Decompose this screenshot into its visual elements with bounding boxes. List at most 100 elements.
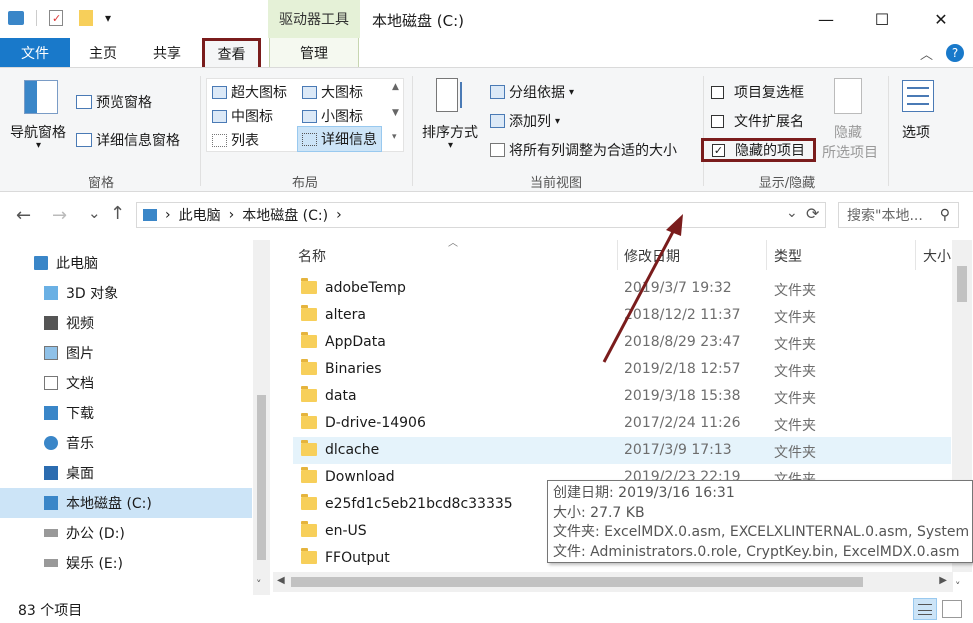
column-divider[interactable]: [766, 240, 767, 270]
videos-icon: [44, 316, 58, 330]
chevron-down-icon: ▾: [569, 86, 575, 98]
up-button[interactable]: ↑: [110, 203, 125, 224]
file-row[interactable]: D-drive-14906 2017/2/24 11:26 文件夹: [293, 410, 951, 437]
nav-label: 本地磁盘 (C:): [66, 496, 152, 512]
sort-by-button[interactable]: 排序方式: [422, 122, 478, 142]
minimize-button[interactable]: —: [803, 0, 849, 38]
item-checkboxes-checkbox[interactable]: [711, 85, 724, 99]
details-pane-label: 详细信息窗格: [96, 133, 180, 149]
hidden-items-checkbox[interactable]: ✓: [712, 143, 725, 157]
scroll-left-icon[interactable]: ◀: [277, 575, 285, 586]
navigation-pane-icon[interactable]: [24, 80, 58, 114]
search-input[interactable]: 搜索"本地... ⚲: [838, 202, 959, 228]
large-icons-icon: [302, 85, 317, 99]
extra-large-icons-label: 超大图标: [231, 85, 287, 101]
tab-share[interactable]: 共享: [144, 38, 190, 67]
nav-item-pictures[interactable]: 图片: [0, 338, 252, 368]
file-name: data: [325, 388, 357, 404]
scroll-down-icon[interactable]: ˅: [955, 580, 961, 593]
layout-extra-large-icons[interactable]: 超大图标: [212, 82, 287, 102]
breadcrumb-local-disk[interactable]: 本地磁盘 (C:): [242, 205, 328, 225]
hide-selected-icon[interactable]: [834, 78, 862, 114]
layout-list[interactable]: 列表: [212, 130, 259, 150]
nav-item-drive-e[interactable]: 娱乐 (E:): [0, 548, 252, 578]
nav-item-local-disk-c[interactable]: 本地磁盘 (C:): [0, 488, 252, 518]
group-by-button[interactable]: 分组依据 ▾: [490, 82, 574, 102]
file-type: 文件夹: [774, 310, 816, 326]
layout-large-icons[interactable]: 大图标: [302, 82, 363, 102]
column-header-type[interactable]: 类型: [774, 246, 802, 266]
hidden-items-option[interactable]: ✓ 隐藏的项目: [701, 138, 816, 162]
nav-item-music[interactable]: 音乐: [0, 428, 252, 458]
tab-manage[interactable]: 管理: [269, 38, 359, 67]
close-button[interactable]: ✕: [918, 0, 964, 38]
nav-item-desktop[interactable]: 桌面: [0, 458, 252, 488]
layout-details[interactable]: 详细信息: [297, 126, 382, 152]
address-dropdown-icon[interactable]: ⌄: [786, 205, 798, 221]
nav-item-downloads[interactable]: 下载: [0, 398, 252, 428]
column-header-name[interactable]: 名称: [298, 246, 326, 266]
collapse-ribbon-icon[interactable]: ︿: [920, 44, 933, 63]
tab-view[interactable]: 查看: [202, 38, 261, 67]
back-button[interactable]: ←: [16, 205, 31, 226]
breadcrumb-sep[interactable]: ›: [229, 207, 235, 223]
tooltip-created: 创建日期: 2019/3/16 16:31: [553, 485, 735, 501]
gallery-up-icon[interactable]: ▲: [392, 82, 399, 92]
file-extensions-checkbox[interactable]: [711, 114, 724, 128]
divider: [412, 76, 413, 186]
list-label: 列表: [231, 133, 259, 149]
nav-item-drive-d[interactable]: 办公 (D:): [0, 518, 252, 548]
column-header-size[interactable]: 大小: [923, 246, 951, 266]
scroll-right-icon[interactable]: ▶: [939, 575, 947, 586]
file-row[interactable]: dlcache 2017/3/9 17:13 文件夹: [293, 437, 951, 464]
layout-small-icons[interactable]: 小图标: [302, 106, 363, 126]
group-label-current-view: 当前视图: [529, 176, 582, 191]
new-folder-icon[interactable]: [79, 10, 93, 26]
forward-button[interactable]: →: [52, 205, 67, 226]
maximize-button[interactable]: ☐: [859, 0, 905, 38]
horizontal-scrollbar[interactable]: ◀ ▶: [273, 572, 953, 592]
tab-file[interactable]: 文件: [0, 38, 70, 67]
address-box[interactable]: › 此电脑 › 本地磁盘 (C:) ›: [136, 202, 826, 228]
file-name: dlcache: [325, 442, 380, 458]
search-icon[interactable]: ⚲: [940, 207, 950, 223]
size-all-columns-button[interactable]: 将所有列调整为合适的大小: [490, 140, 677, 160]
sort-by-icon[interactable]: [436, 78, 470, 116]
options-button[interactable]: 选项: [902, 122, 930, 142]
file-extensions-option[interactable]: 文件扩展名: [711, 111, 804, 131]
properties-icon[interactable]: ✓: [49, 10, 63, 26]
nav-scrollbar[interactable]: [253, 240, 270, 595]
help-icon[interactable]: ?: [946, 44, 964, 62]
navigation-pane-button[interactable]: 导航窗格: [10, 122, 66, 142]
folder-tooltip: 创建日期: 2019/3/16 16:31 大小: 27.7 KB 文件夹: E…: [547, 480, 973, 563]
add-columns-button[interactable]: 添加列 ▾: [490, 111, 560, 131]
breadcrumb-sep[interactable]: ›: [165, 207, 171, 223]
file-row[interactable]: data 2019/3/18 15:38 文件夹: [293, 383, 951, 410]
tab-home[interactable]: 主页: [80, 38, 126, 67]
nav-label: 此电脑: [56, 256, 98, 272]
drive-icon[interactable]: [8, 11, 24, 25]
large-icons-label: 大图标: [321, 85, 363, 101]
nav-item-3d-objects[interactable]: 3D 对象: [0, 278, 252, 308]
gallery-down-icon[interactable]: ▼: [392, 108, 399, 118]
options-icon[interactable]: [902, 80, 934, 112]
search-placeholder: 搜索"本地...: [847, 208, 923, 224]
refresh-button[interactable]: ⟳: [806, 204, 819, 223]
details-view-button[interactable]: [913, 598, 937, 620]
nav-scroll-down-icon[interactable]: ˅: [256, 578, 262, 591]
preview-pane-button[interactable]: 预览窗格: [76, 92, 152, 112]
file-name: Binaries: [325, 361, 382, 377]
layout-medium-icons[interactable]: 中图标: [212, 106, 273, 126]
column-divider[interactable]: [915, 240, 916, 270]
nav-item-this-pc[interactable]: 此电脑: [0, 248, 252, 278]
qa-dropdown-icon[interactable]: ▾: [105, 11, 111, 25]
nav-item-documents[interactable]: 文档: [0, 368, 252, 398]
recent-locations-button[interactable]: ⌄: [88, 204, 101, 222]
breadcrumb-sep[interactable]: ›: [336, 207, 342, 223]
large-icons-view-button[interactable]: [942, 600, 962, 618]
details-pane-button[interactable]: 详细信息窗格: [76, 130, 180, 150]
nav-item-videos[interactable]: 视频: [0, 308, 252, 338]
breadcrumb-this-pc[interactable]: 此电脑: [179, 205, 221, 225]
item-checkboxes-option[interactable]: 项目复选框: [711, 82, 804, 102]
gallery-more-icon[interactable]: ▾: [392, 132, 397, 142]
